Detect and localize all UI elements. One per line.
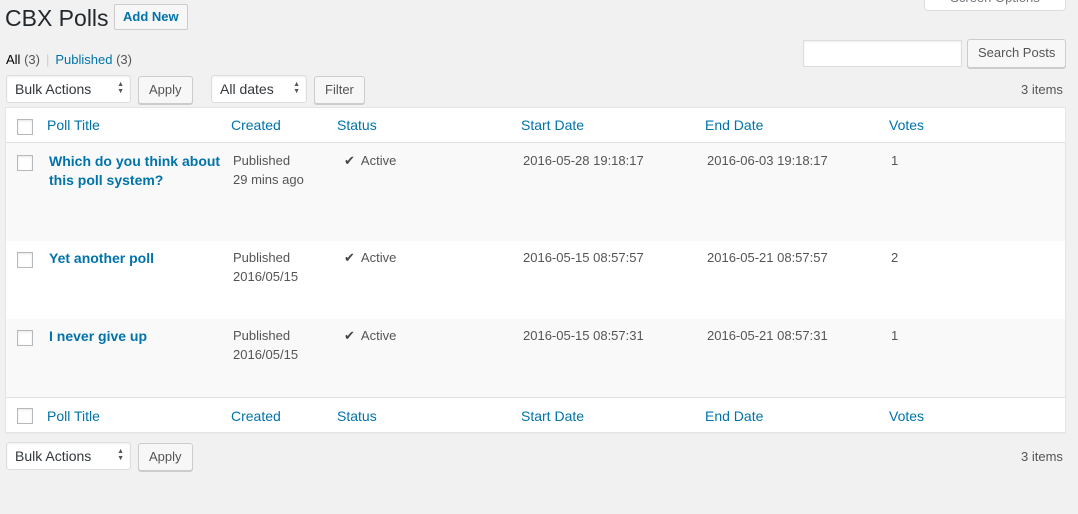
table-row: I never give up Published 2016/05/15 ✔ Ac…: [6, 319, 1065, 397]
start-date-cell: 2016-05-28 19:18:17: [523, 153, 644, 168]
column-end-date[interactable]: End Date: [705, 117, 763, 133]
items-count-top: 3 items: [1021, 82, 1063, 97]
filter-button[interactable]: Filter: [314, 76, 365, 104]
column-status[interactable]: Status: [337, 117, 377, 133]
end-date-cell: 2016-06-03 19:18:17: [707, 153, 828, 168]
table-footer: Poll Title Created Status Start Date End…: [6, 397, 1065, 432]
select-arrows-icon: ▲ ▼: [117, 448, 124, 462]
row-checkbox[interactable]: [17, 252, 33, 268]
poll-title-link[interactable]: Yet another poll: [49, 249, 224, 268]
checkmark-icon: ✔: [344, 153, 355, 168]
created-cell: Published 2016/05/15: [233, 250, 299, 284]
created-cell: Published 2016/05/15: [233, 328, 299, 362]
column-created[interactable]: Created: [231, 408, 281, 424]
votes-cell: 1: [891, 153, 899, 168]
page-title: CBX Polls: [5, 5, 109, 31]
select-all-checkbox[interactable]: [17, 119, 33, 135]
search-input[interactable]: [803, 40, 962, 67]
view-published-count: (3): [116, 52, 132, 67]
poll-title-link[interactable]: Which do you think about this poll syste…: [49, 152, 224, 190]
row-checkbox[interactable]: [17, 155, 33, 171]
bulk-actions-select-top[interactable]: Bulk Actions ▲ ▼: [6, 75, 131, 103]
apply-button-bottom[interactable]: Apply: [138, 443, 193, 471]
select-arrows-icon: ▲ ▼: [117, 81, 124, 95]
column-end-date[interactable]: End Date: [705, 408, 763, 424]
table-row: Yet another poll Published 2016/05/15 ✔ A…: [6, 241, 1065, 319]
row-checkbox[interactable]: [17, 330, 33, 346]
view-all-count: (3): [24, 52, 40, 67]
column-status[interactable]: Status: [337, 408, 377, 424]
votes-cell: 2: [891, 250, 899, 265]
checkmark-icon: ✔: [344, 250, 355, 265]
view-filters: All (3) | Published (3): [6, 52, 132, 67]
items-count-bottom: 3 items: [1021, 449, 1063, 464]
select-arrows-icon: ▲ ▼: [293, 81, 300, 95]
view-separator: |: [45, 52, 50, 67]
column-poll-title[interactable]: Poll Title: [47, 117, 100, 133]
status-cell: ✔ Active: [344, 153, 397, 168]
bulk-actions-select-bottom[interactable]: Bulk Actions ▲ ▼: [6, 442, 131, 470]
table-header: Poll Title Created Status Start Date End…: [6, 108, 1065, 143]
date-filter-select[interactable]: All dates ▲ ▼: [211, 75, 307, 103]
add-new-button[interactable]: Add New: [114, 4, 188, 30]
apply-button-top[interactable]: Apply: [138, 76, 193, 104]
column-start-date[interactable]: Start Date: [521, 117, 584, 133]
polls-table: Poll Title Created Status Start Date End…: [5, 107, 1066, 433]
view-all-link[interactable]: All (3): [6, 52, 40, 67]
column-poll-title[interactable]: Poll Title: [47, 408, 100, 424]
poll-title-link[interactable]: I never give up: [49, 327, 224, 346]
column-created[interactable]: Created: [231, 117, 281, 133]
column-votes[interactable]: Votes: [889, 117, 924, 133]
checkmark-icon: ✔: [344, 328, 355, 343]
votes-cell: 1: [891, 328, 899, 343]
end-date-cell: 2016-05-21 08:57:57: [707, 250, 828, 265]
view-published-link[interactable]: Published (3): [55, 52, 132, 67]
screen-options-tab[interactable]: Screen Options: [924, 0, 1066, 11]
status-cell: ✔ Active: [344, 328, 397, 343]
end-date-cell: 2016-05-21 08:57:31: [707, 328, 828, 343]
created-cell: Published 29 mins ago: [233, 153, 304, 187]
table-row: Which do you think about this poll syste…: [6, 143, 1065, 241]
start-date-cell: 2016-05-15 08:57:31: [523, 328, 644, 343]
column-votes[interactable]: Votes: [889, 408, 924, 424]
select-all-checkbox-footer[interactable]: [17, 408, 33, 424]
status-cell: ✔ Active: [344, 250, 397, 265]
column-start-date[interactable]: Start Date: [521, 408, 584, 424]
start-date-cell: 2016-05-15 08:57:57: [523, 250, 644, 265]
search-posts-button[interactable]: Search Posts: [967, 39, 1067, 68]
